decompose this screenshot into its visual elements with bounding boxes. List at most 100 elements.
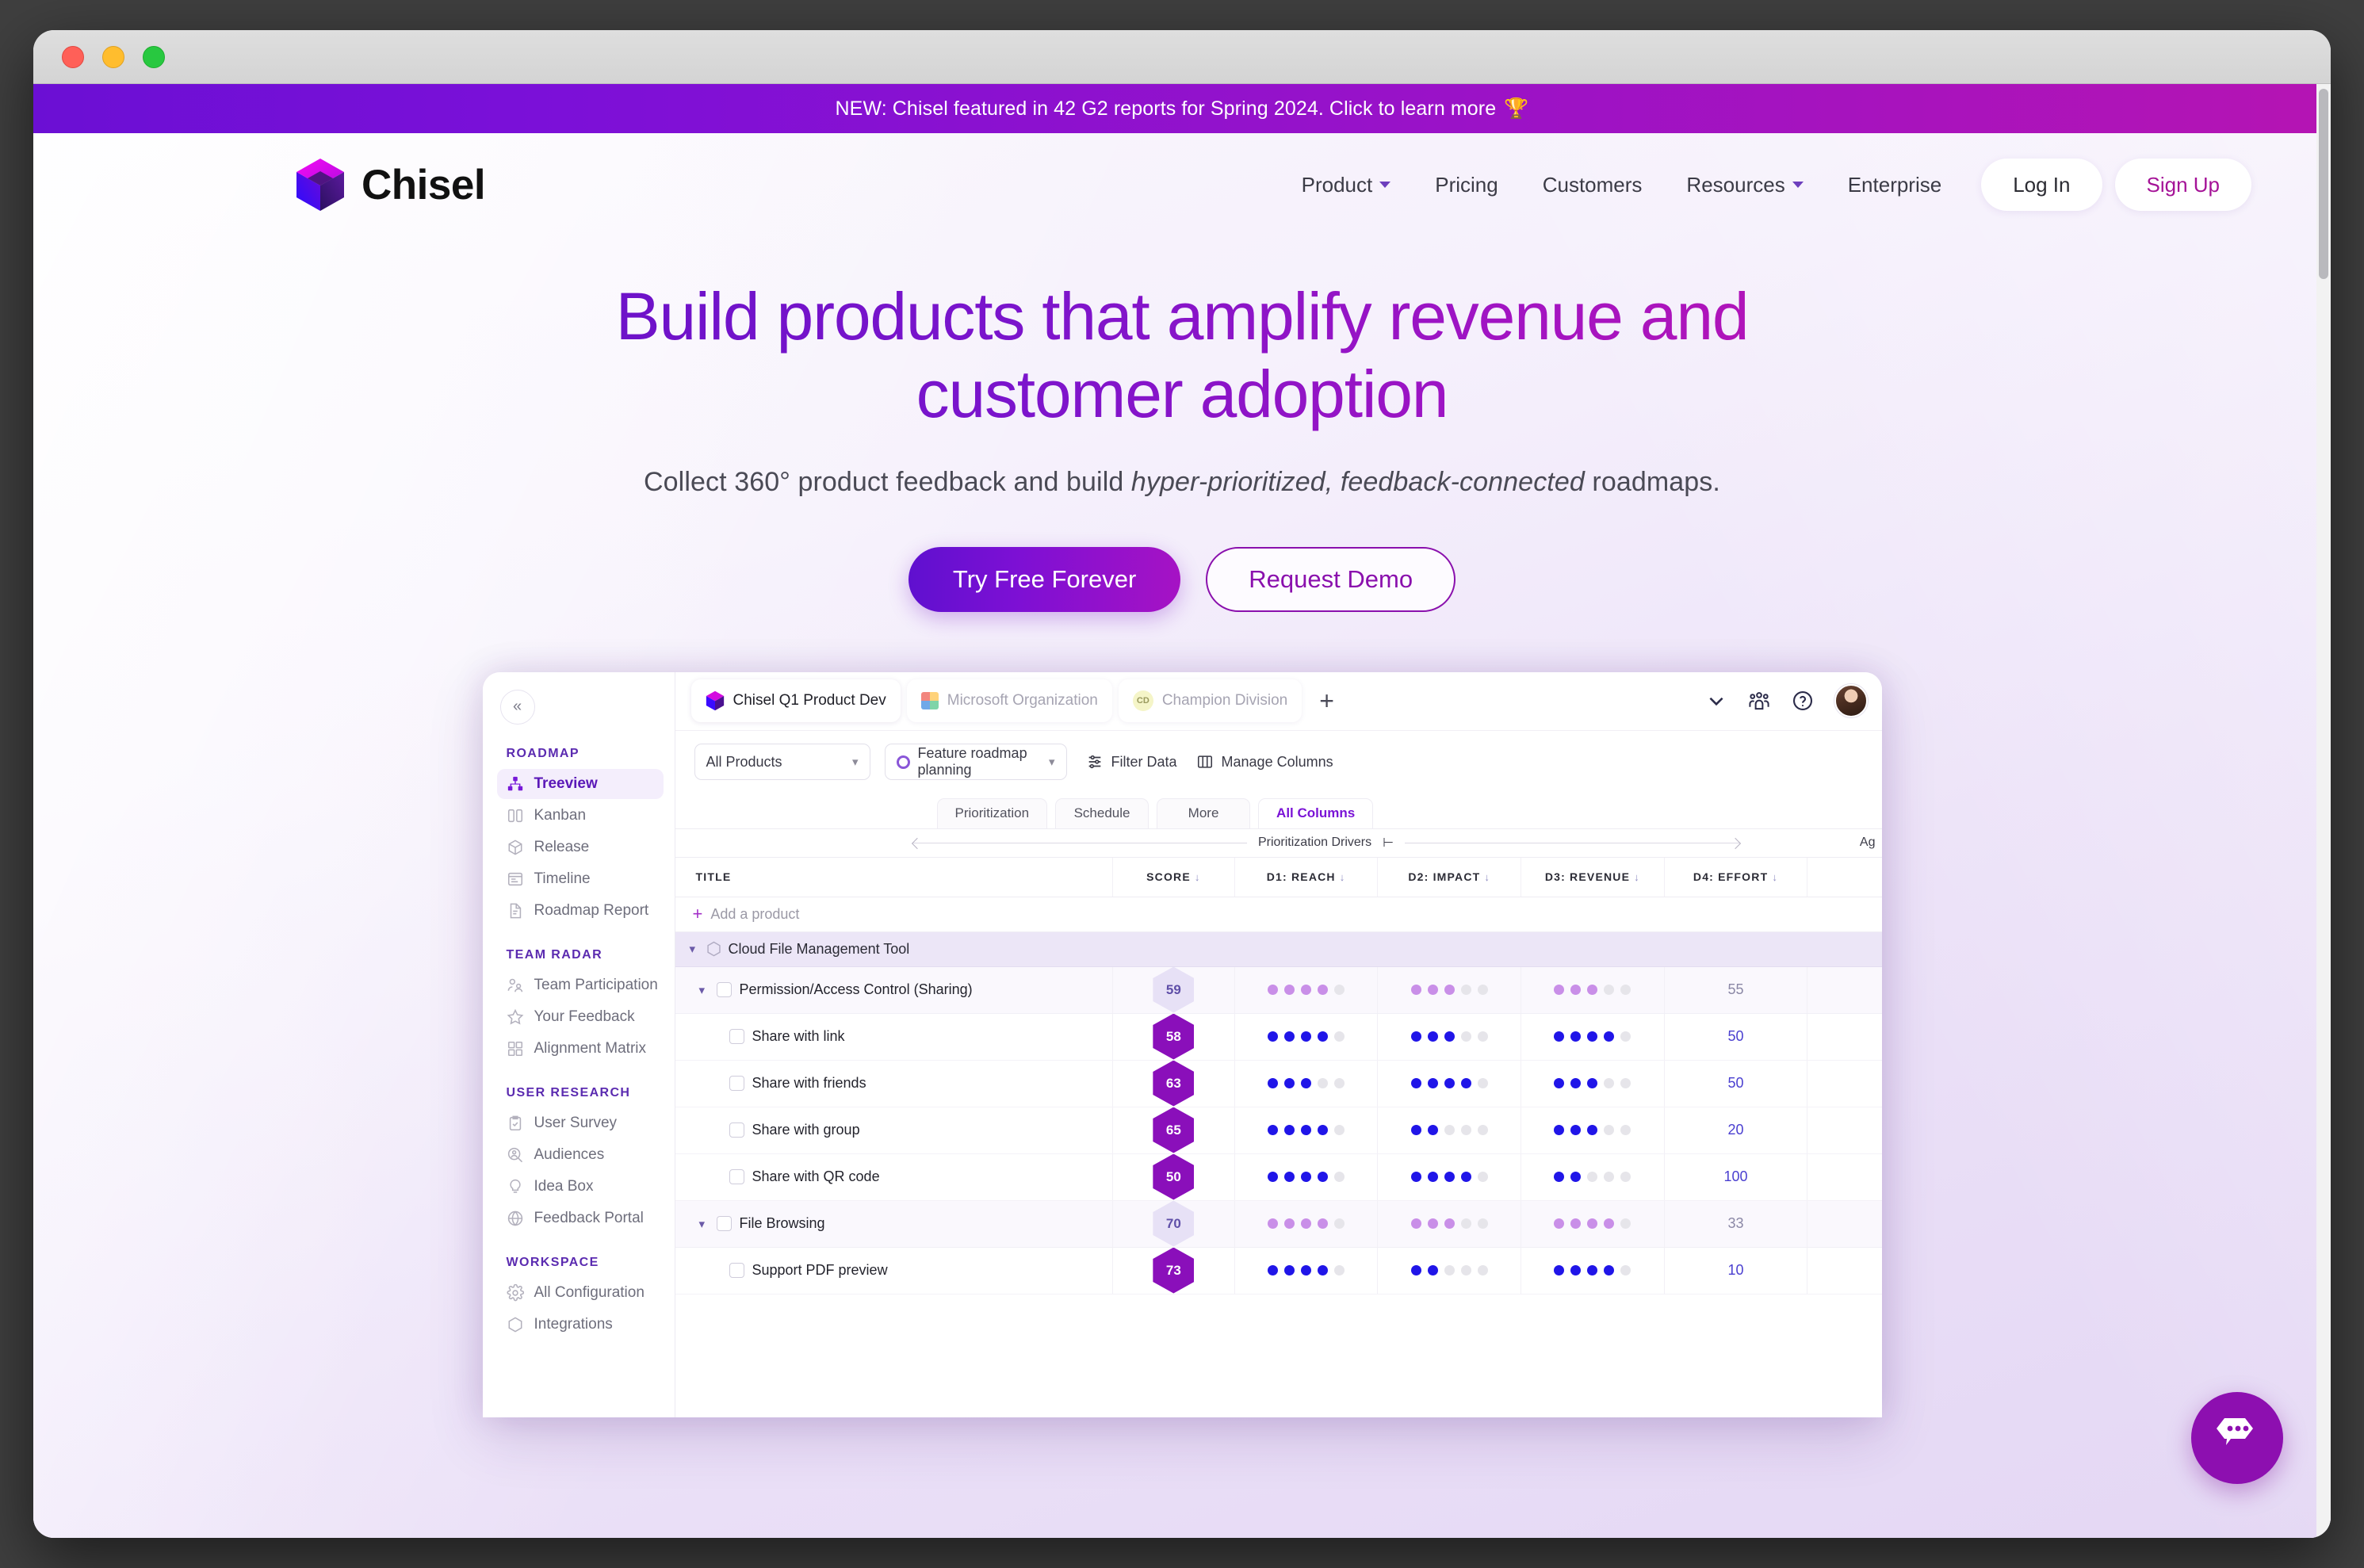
row-title-cell[interactable]: Share with group xyxy=(675,1107,1113,1154)
nav-link-pricing[interactable]: Pricing xyxy=(1413,173,1520,197)
manage-columns-button[interactable]: Manage Columns xyxy=(1196,753,1333,771)
page-scrollbar[interactable] xyxy=(2316,84,2331,1538)
row-checkbox[interactable] xyxy=(729,1029,744,1045)
tab-more[interactable]: More xyxy=(1157,797,1251,828)
row-effort-cell[interactable]: 33 xyxy=(1663,1200,1807,1248)
add-workspace-button[interactable]: + xyxy=(1319,688,1334,713)
row-reach-cell[interactable] xyxy=(1234,1247,1378,1295)
row-checkbox[interactable] xyxy=(729,1263,744,1279)
nav-link-resources[interactable]: Resources xyxy=(1664,173,1825,197)
chevron-down-icon[interactable]: ▾ xyxy=(690,942,699,956)
collapse-sidebar-button[interactable]: « xyxy=(499,689,535,725)
announcement-banner[interactable]: NEW: Chisel featured in 42 G2 reports fo… xyxy=(33,84,2331,133)
column-header-title[interactable]: TITLE xyxy=(675,856,1113,897)
close-window-button[interactable] xyxy=(62,45,84,68)
workspace-tab-microsoft-organization[interactable]: Microsoft Organization xyxy=(906,679,1112,723)
sidebar-item-idea-box[interactable]: Idea Box xyxy=(497,1172,664,1202)
tab-prioritization[interactable]: Prioritization xyxy=(936,797,1048,828)
sidebar-item-feedback-portal[interactable]: Feedback Portal xyxy=(497,1203,664,1233)
row-impact-cell[interactable] xyxy=(1377,1013,1521,1061)
sidebar-item-user-survey[interactable]: User Survey xyxy=(497,1108,664,1138)
row-effort-cell[interactable]: 50 xyxy=(1663,1013,1807,1061)
row-revenue-cell[interactable] xyxy=(1521,966,1665,1014)
chevron-down-icon[interactable] xyxy=(1706,690,1727,711)
row-revenue-cell[interactable] xyxy=(1521,1107,1665,1154)
row-title-cell[interactable]: ▾ File Browsing xyxy=(675,1200,1113,1248)
row-title-cell[interactable]: Share with QR code xyxy=(675,1153,1113,1201)
row-revenue-cell[interactable] xyxy=(1521,1013,1665,1061)
table-row[interactable]: Support PDF preview 73 10 xyxy=(675,1247,1882,1295)
table-row[interactable]: Share with QR code 50 100 xyxy=(675,1153,1882,1201)
row-effort-cell[interactable]: 100 xyxy=(1663,1153,1807,1201)
chevron-down-icon[interactable]: ▾ xyxy=(699,1217,709,1231)
row-revenue-cell[interactable] xyxy=(1521,1247,1665,1295)
row-revenue-cell[interactable] xyxy=(1521,1153,1665,1201)
row-title-cell[interactable]: Share with friends xyxy=(675,1060,1113,1107)
tab-schedule[interactable]: Schedule xyxy=(1055,797,1149,828)
tab-all-columns[interactable]: All Columns xyxy=(1258,797,1374,828)
view-select[interactable]: Feature roadmap planning ▾ xyxy=(884,744,1067,781)
row-reach-cell[interactable] xyxy=(1234,966,1378,1014)
column-header-score[interactable]: SCORE ↓ xyxy=(1111,856,1235,897)
row-checkbox[interactable] xyxy=(716,982,732,998)
chat-bubble-button[interactable] xyxy=(2191,1392,2283,1484)
row-effort-cell[interactable]: 50 xyxy=(1663,1060,1807,1107)
column-header-effort[interactable]: D4: EFFORT ↓ xyxy=(1663,856,1807,897)
row-revenue-cell[interactable] xyxy=(1521,1060,1665,1107)
sidebar-item-alignment-matrix[interactable]: Alignment Matrix xyxy=(497,1034,664,1064)
signup-button[interactable]: Sign Up xyxy=(2114,159,2251,211)
row-impact-cell[interactable] xyxy=(1377,966,1521,1014)
row-checkbox[interactable] xyxy=(729,1169,744,1185)
row-title-cell[interactable]: Support PDF preview xyxy=(675,1247,1113,1295)
workspace-tab-champion-division[interactable]: CD Champion Division xyxy=(1118,679,1302,723)
row-effort-cell[interactable]: 20 xyxy=(1663,1107,1807,1154)
nav-link-customers[interactable]: Customers xyxy=(1521,173,1665,197)
column-header-impact[interactable]: D2: IMPACT ↓ xyxy=(1377,856,1521,897)
row-checkbox[interactable] xyxy=(716,1216,732,1232)
row-title-cell[interactable]: Share with link xyxy=(675,1013,1113,1061)
try-free-forever-button[interactable]: Try Free Forever xyxy=(908,546,1181,612)
sidebar-item-your-feedback[interactable]: Your Feedback xyxy=(497,1002,664,1032)
request-demo-button[interactable]: Request Demo xyxy=(1206,546,1456,612)
sidebar-item-timeline[interactable]: Timeline xyxy=(497,864,664,894)
sidebar-item-audiences[interactable]: Audiences xyxy=(497,1140,664,1170)
minimize-window-button[interactable] xyxy=(102,45,124,68)
brand-logo[interactable]: Chisel xyxy=(295,157,486,212)
product-group-cell[interactable]: ▾ Cloud File Management Tool xyxy=(675,931,1882,967)
row-revenue-cell[interactable] xyxy=(1521,1200,1665,1248)
login-button[interactable]: Log In xyxy=(1981,159,2102,211)
sidebar-item-all-configuration[interactable]: All Configuration xyxy=(497,1278,664,1308)
row-reach-cell[interactable] xyxy=(1234,1060,1378,1107)
add-product-cell[interactable]: + Add a product xyxy=(675,897,1882,932)
row-effort-cell[interactable]: 55 xyxy=(1663,966,1807,1014)
table-row[interactable]: Share with group 65 20 xyxy=(675,1107,1882,1154)
add-product-row[interactable]: + Add a product xyxy=(675,897,1882,932)
table-row[interactable]: ▾ File Browsing 70 33 xyxy=(675,1200,1882,1248)
team-icon[interactable] xyxy=(1747,690,1771,711)
table-row[interactable]: ▾ Permission/Access Control (Sharing) 59 55 xyxy=(675,966,1882,1014)
nav-link-enterprise[interactable]: Enterprise xyxy=(1826,173,1964,197)
row-impact-cell[interactable] xyxy=(1377,1247,1521,1295)
row-reach-cell[interactable] xyxy=(1234,1013,1378,1061)
column-header-reach[interactable]: D1: REACH ↓ xyxy=(1234,856,1378,897)
row-checkbox[interactable] xyxy=(729,1122,744,1138)
row-impact-cell[interactable] xyxy=(1377,1200,1521,1248)
row-reach-cell[interactable] xyxy=(1234,1153,1378,1201)
maximize-window-button[interactable] xyxy=(143,45,165,68)
row-effort-cell[interactable]: 10 xyxy=(1663,1247,1807,1295)
sidebar-item-roadmap-report[interactable]: Roadmap Report xyxy=(497,896,664,926)
user-avatar[interactable] xyxy=(1834,684,1868,718)
table-row[interactable]: Share with friends 63 50 xyxy=(675,1060,1882,1107)
table-row[interactable]: Share with link 58 50 xyxy=(675,1013,1882,1061)
row-impact-cell[interactable] xyxy=(1377,1107,1521,1154)
help-icon[interactable] xyxy=(1792,690,1814,712)
row-title-cell[interactable]: ▾ Permission/Access Control (Sharing) xyxy=(675,966,1113,1014)
sidebar-item-kanban[interactable]: Kanban xyxy=(497,801,664,831)
workspace-tab-chisel-q1-product-dev[interactable]: Chisel Q1 Product Dev xyxy=(690,679,901,723)
sidebar-item-treeview[interactable]: Treeview xyxy=(496,768,664,799)
row-impact-cell[interactable] xyxy=(1377,1153,1521,1201)
row-reach-cell[interactable] xyxy=(1234,1107,1378,1154)
product-filter-select[interactable]: All Products ▾ xyxy=(694,744,870,781)
sidebar-item-team-participation[interactable]: Team Participation xyxy=(497,970,664,1000)
row-impact-cell[interactable] xyxy=(1377,1060,1521,1107)
